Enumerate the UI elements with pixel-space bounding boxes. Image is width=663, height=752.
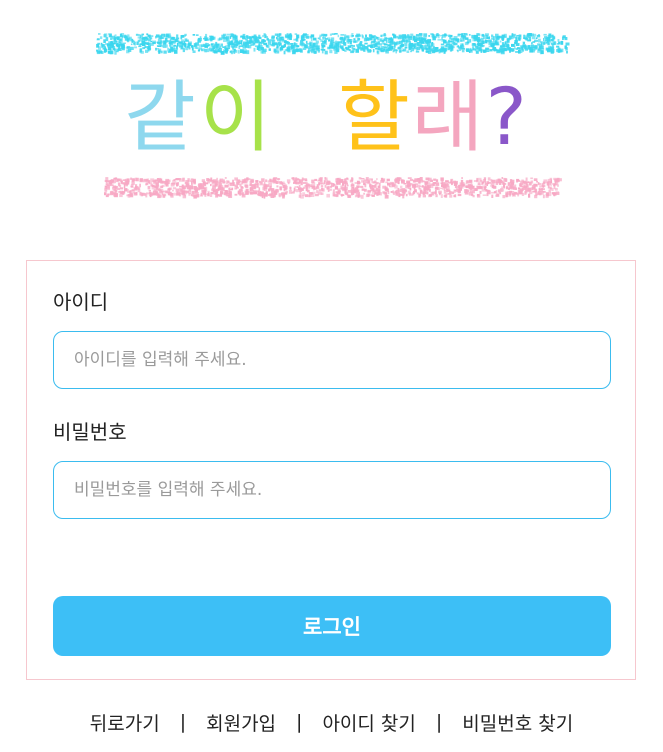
password-label: 비밀번호: [53, 420, 127, 444]
id-label: 아이디: [53, 290, 109, 314]
bottom-crayon-stripe: [104, 177, 562, 199]
logo-text-part2: 할래?: [338, 73, 529, 163]
separator: |: [435, 711, 443, 733]
bottom-links: 뒤로가기 | 회원가입 | 아이디 찾기 | 비밀번호 찾기: [0, 706, 663, 738]
logo: 같이 할래?: [90, 24, 570, 214]
separator: |: [296, 711, 303, 733]
find-id-link[interactable]: 아이디 찾기: [322, 709, 415, 736]
logo-text-part1: 같이: [124, 73, 276, 163]
id-input[interactable]: [53, 331, 611, 389]
back-link[interactable]: 뒤로가기: [90, 709, 160, 736]
separator: |: [179, 711, 187, 733]
find-password-link[interactable]: 비밀번호 찾기: [462, 709, 573, 736]
login-button[interactable]: 로그인: [53, 596, 611, 656]
signup-link[interactable]: 회원가입: [206, 709, 276, 736]
top-crayon-stripe: [96, 33, 570, 55]
logo-graphic: 같이 할래?: [96, 33, 570, 199]
login-card: 아이디 비밀번호 로그인: [26, 260, 636, 680]
password-input[interactable]: [53, 461, 611, 519]
